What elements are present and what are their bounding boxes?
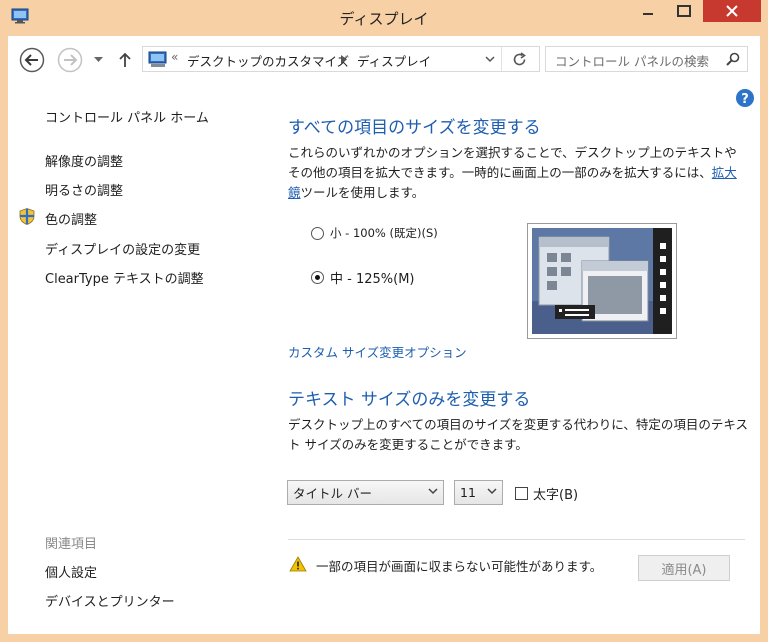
warning-text: 一部の項目が画面に収まらない可能性があります。 (316, 559, 603, 574)
maximize-icon (677, 5, 691, 17)
section-heading-text-only: テキスト サイズのみを変更する (288, 390, 531, 410)
breadcrumb-item[interactable]: デスクトップのカスタマイズ (187, 51, 349, 70)
title-bar[interactable]: ディスプレイ (0, 0, 768, 34)
section-heading-all-items: すべての項目のサイズを変更する (288, 118, 541, 138)
forward-button[interactable] (57, 47, 83, 73)
up-arrow-icon (119, 52, 131, 67)
minimize-button[interactable] (632, 0, 664, 22)
control-panel-icon (148, 51, 167, 67)
chevron-down-icon (428, 488, 438, 495)
back-button[interactable] (19, 47, 45, 73)
size-option-small[interactable]: 小 - 100% (既定)(S) (311, 225, 438, 241)
content-pane: ? コントロール パネル ホーム 解像度の調整 明るさの調整 色の調整 ディスプ… (8, 84, 760, 634)
sidebar-item-color[interactable]: 色の調整 (45, 209, 97, 228)
sidebar-item-resolution[interactable]: 解像度の調整 (45, 151, 123, 170)
display-preview-image (527, 223, 677, 339)
refresh-icon[interactable] (512, 52, 527, 67)
search-box[interactable]: コントロール パネルの検索 (545, 46, 748, 72)
search-input[interactable]: コントロール パネルの検索 (555, 51, 709, 70)
address-overflow[interactable]: « (171, 50, 178, 64)
item-dropdown-value: タイトル バー (293, 486, 372, 501)
description-text: これらのいずれかのオプションを選択することで、デスクトップ上のテキストやその他の… (288, 145, 737, 180)
font-size-dropdown[interactable]: 11 (454, 480, 503, 505)
forward-arrow-icon (57, 47, 83, 73)
font-size-dropdown-value: 11 (460, 485, 476, 500)
radio-label: 小 - 100% (既定)(S) (330, 226, 438, 240)
sidebar-item-display-settings[interactable]: ディスプレイの設定の変更 (45, 239, 200, 258)
close-icon (726, 5, 738, 17)
control-panel-home-link[interactable]: コントロール パネル ホーム (45, 107, 209, 126)
section-description: これらのいずれかのオプションを選択することで、デスクトップ上のテキストやその他の… (288, 143, 748, 203)
window: ディスプレイ « デスクトップのカスタマイズ ディスプレイ コントロール パネル… (0, 0, 768, 642)
maximize-button[interactable] (668, 0, 700, 22)
custom-sizing-options-link[interactable]: カスタム サイズ変更オプション (288, 342, 467, 361)
help-icon[interactable]: ? (735, 88, 755, 108)
description-text-end: ツールを使用します。 (300, 185, 425, 200)
sidebar-item-cleartype[interactable]: ClearType テキストの調整 (45, 268, 204, 287)
chevron-down-icon (93, 57, 103, 62)
minimize-icon (643, 13, 653, 15)
back-arrow-icon (19, 47, 45, 73)
size-option-medium[interactable]: 中 - 125%(M) (311, 268, 414, 287)
chevron-down-icon (487, 488, 497, 495)
breadcrumb-separator-icon[interactable] (341, 55, 347, 64)
apply-button[interactable]: 適用(A) (638, 555, 730, 581)
search-icon[interactable] (726, 52, 740, 66)
bold-label: 太字(B) (533, 488, 579, 503)
item-dropdown[interactable]: タイトル バー (287, 480, 444, 505)
bold-option[interactable]: 太字(B) (515, 484, 578, 503)
sidebar-item-brightness[interactable]: 明るさの調整 (45, 180, 123, 199)
radio-button[interactable] (311, 271, 324, 284)
address-divider (501, 47, 502, 71)
radio-label: 中 - 125%(M) (330, 272, 415, 287)
bold-checkbox[interactable] (515, 487, 528, 500)
warning-icon (289, 556, 307, 572)
shield-icon (19, 208, 35, 225)
svg-text:?: ? (741, 92, 749, 107)
breadcrumb-item[interactable]: ディスプレイ (357, 51, 431, 70)
address-history-chevron-icon[interactable] (485, 56, 495, 63)
section-divider (288, 539, 745, 540)
close-button[interactable] (703, 0, 761, 22)
related-link-devices-printers[interactable]: デバイスとプリンター (45, 591, 175, 610)
text-size-description: デスクトップ上のすべての項目のサイズを変更する代わりに、特定の項目のテキスト サ… (288, 417, 749, 452)
navigation-bar: « デスクトップのカスタマイズ ディスプレイ コントロール パネルの検索 (8, 36, 760, 84)
address-bar[interactable]: « デスクトップのカスタマイズ ディスプレイ (142, 46, 540, 72)
radio-button[interactable] (311, 226, 324, 240)
up-button[interactable] (116, 50, 134, 70)
related-heading: 関連項目 (45, 537, 98, 552)
recent-locations-button[interactable] (92, 54, 104, 66)
related-link-personalization[interactable]: 個人設定 (45, 562, 97, 581)
